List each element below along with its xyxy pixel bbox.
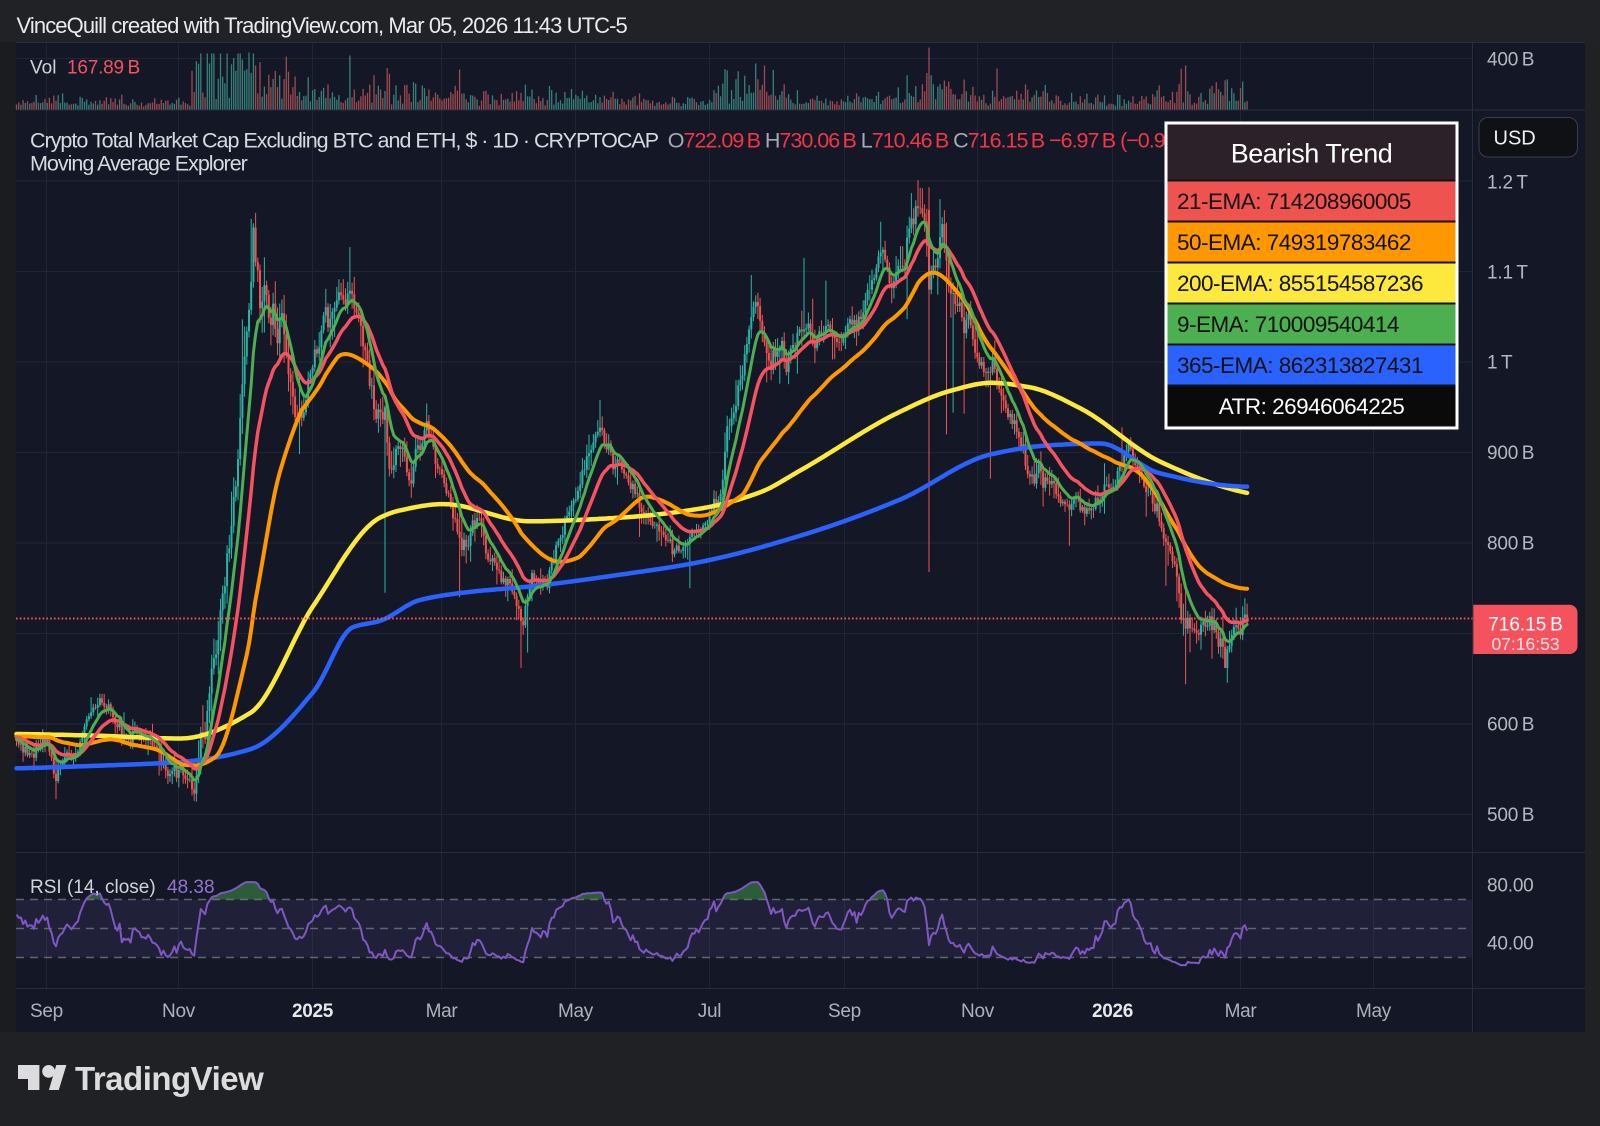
svg-text:Mar: Mar — [1225, 1001, 1258, 1022]
svg-text:May: May — [558, 1001, 594, 1022]
svg-text:Nov: Nov — [961, 1001, 995, 1022]
svg-text:21-EMA: 714208960005: 21-EMA: 714208960005 — [1177, 189, 1411, 214]
svg-text:716.15 B: 716.15 B — [1488, 615, 1563, 636]
svg-text:1 T: 1 T — [1487, 353, 1513, 374]
svg-text:9-EMA: 710009540414: 9-EMA: 710009540414 — [1177, 312, 1399, 337]
svg-text:400 B: 400 B — [1487, 50, 1534, 71]
svg-text:Jul: Jul — [698, 1001, 721, 1022]
svg-text:07:16:53: 07:16:53 — [1491, 634, 1559, 654]
svg-text:500 B: 500 B — [1487, 805, 1534, 826]
svg-text:Crypto Total Market Cap Exclud: Crypto Total Market Cap Excluding BTC an… — [30, 129, 1200, 153]
svg-text:2026: 2026 — [1092, 1001, 1133, 1022]
svg-text:Sep: Sep — [30, 1001, 63, 1022]
svg-text:48.38: 48.38 — [167, 877, 215, 898]
svg-text:May: May — [1356, 1001, 1392, 1022]
svg-text:VinceQuill created with Tradin: VinceQuill created with TradingView.com,… — [17, 13, 628, 38]
svg-text:RSI (14, close): RSI (14, close) — [30, 877, 156, 898]
svg-text:TradingView: TradingView — [75, 1060, 264, 1097]
svg-text:600 B: 600 B — [1487, 715, 1534, 736]
svg-text:167.89 B: 167.89 B — [67, 58, 140, 79]
svg-text:2025: 2025 — [292, 1001, 334, 1022]
svg-text:Sep: Sep — [828, 1001, 861, 1022]
svg-text:Bearish Trend: Bearish Trend — [1231, 139, 1393, 169]
svg-text:1.2 T: 1.2 T — [1487, 173, 1528, 194]
svg-text:1.1 T: 1.1 T — [1487, 263, 1528, 284]
svg-text:900 B: 900 B — [1487, 443, 1534, 464]
svg-text:50-EMA: 749319783462: 50-EMA: 749319783462 — [1177, 230, 1411, 255]
svg-text:365-EMA: 862313827431: 365-EMA: 862313827431 — [1177, 353, 1423, 378]
svg-text:800 B: 800 B — [1487, 534, 1534, 555]
svg-text:80.00: 80.00 — [1487, 876, 1534, 897]
svg-text:USD: USD — [1494, 128, 1536, 150]
svg-text:Mar: Mar — [426, 1001, 459, 1022]
svg-text:Moving Average Explorer: Moving Average Explorer — [30, 152, 248, 176]
svg-text:40.00: 40.00 — [1487, 934, 1534, 955]
svg-text:ATR: 26946064225: ATR: 26946064225 — [1219, 394, 1404, 419]
svg-text:200-EMA: 855154587236: 200-EMA: 855154587236 — [1177, 271, 1423, 296]
svg-text:Nov: Nov — [162, 1001, 196, 1022]
svg-text:Vol: Vol — [30, 58, 56, 79]
